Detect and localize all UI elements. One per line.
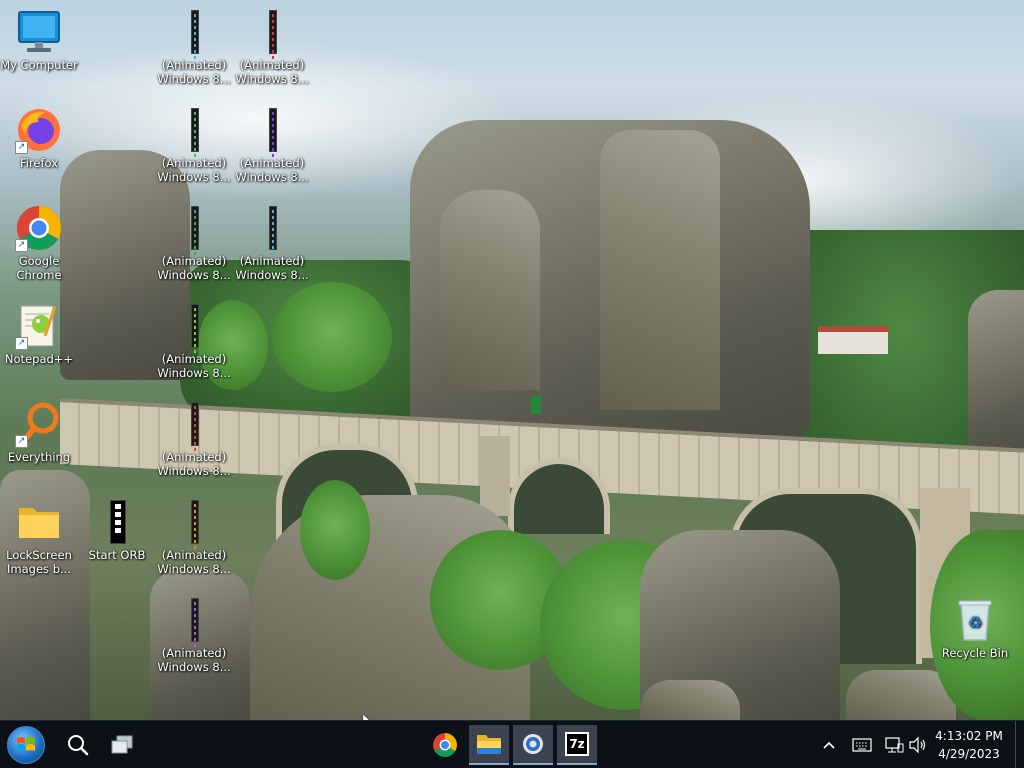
taskbar-7zip-button[interactable]: 7z bbox=[557, 725, 597, 765]
notepad-plus-plus-icon: ↗ bbox=[15, 302, 63, 350]
desktop-icon-label: Start ORB bbox=[88, 548, 146, 562]
taskbar-clock[interactable]: 4:13:02 PM 4/29/2023 bbox=[934, 727, 1004, 763]
search-icon bbox=[68, 735, 89, 756]
taskbar: 7z 4:13:02 PM 4/29/2023 bbox=[0, 720, 1024, 768]
task-view-icon bbox=[111, 735, 133, 754]
desktop-icon-label: (Animated) Windows 8... bbox=[157, 254, 231, 282]
desktop-icon-label: (Animated) Windows 8... bbox=[157, 58, 231, 86]
desktop-icon-label: (Animated) Windows 8... bbox=[235, 58, 309, 86]
animated-strip-icon bbox=[170, 106, 218, 157]
desktop-icon-start-orb[interactable]: Start ORB bbox=[78, 498, 156, 562]
desktop-icon-animated-1[interactable]: (Animated) Windows 8... bbox=[155, 8, 233, 86]
gear-icon bbox=[523, 734, 543, 754]
desktop-icon-google-chrome[interactable]: ↗ Google Chrome bbox=[0, 204, 78, 282]
desktop-icon-label: My Computer bbox=[0, 58, 78, 72]
desktop-icon-animated-7[interactable]: (Animated) Windows 8... bbox=[155, 302, 233, 380]
desktop-icon-label: Recycle Bin bbox=[941, 646, 1009, 660]
recycle-bin-icon: ♻ bbox=[951, 596, 999, 644]
folder-icon bbox=[15, 498, 63, 546]
animated-strip-icon bbox=[170, 302, 218, 353]
desktop-icon-notepad-plus-plus[interactable]: ↗ Notepad++ bbox=[0, 302, 78, 366]
shortcut-arrow-icon: ↗ bbox=[15, 435, 28, 448]
taskbar-file-explorer-button[interactable] bbox=[469, 725, 509, 765]
animated-strip-icon bbox=[248, 204, 296, 255]
volume-icon bbox=[909, 736, 926, 754]
desktop-icon-my-computer[interactable]: My Computer bbox=[0, 8, 78, 72]
desktop-icon-lockscreen-images[interactable]: LockScreen Images b... bbox=[0, 498, 78, 576]
desktop-icon-label: (Animated) Windows 8... bbox=[157, 156, 231, 184]
start-orb-strip-icon bbox=[93, 498, 141, 546]
taskbar-settings-button[interactable] bbox=[513, 725, 553, 765]
monitor-icon bbox=[15, 8, 63, 56]
show-desktop-button[interactable] bbox=[1015, 721, 1024, 768]
animated-strip-icon bbox=[170, 204, 218, 255]
desktop-icon-animated-3[interactable]: (Animated) Windows 8... bbox=[155, 106, 233, 184]
desktop[interactable]: My Computer ↗ Firefox ↗ Google Chrome ↗ … bbox=[0, 0, 1024, 720]
desktop-icon-label: Firefox bbox=[19, 156, 59, 170]
network-icon bbox=[885, 737, 904, 753]
tray-overflow-button[interactable] bbox=[818, 731, 840, 759]
shortcut-arrow-icon: ↗ bbox=[15, 239, 28, 252]
tray-volume-button[interactable] bbox=[906, 731, 930, 759]
desktop-icon-animated-4[interactable]: (Animated) Windows 8... bbox=[233, 106, 311, 184]
desktop-icon-animated-9[interactable]: (Animated) Windows 8... bbox=[155, 498, 233, 576]
desktop-icon-label: (Animated) Windows 8... bbox=[157, 646, 231, 674]
shortcut-arrow-icon: ↗ bbox=[15, 337, 28, 350]
desktop-icon-animated-10[interactable]: (Animated) Windows 8... bbox=[155, 596, 233, 674]
desktop-icon-firefox[interactable]: ↗ Firefox bbox=[0, 106, 78, 170]
shortcut-arrow-icon: ↗ bbox=[15, 141, 28, 154]
start-button[interactable] bbox=[6, 725, 46, 765]
clock-date: 4/29/2023 bbox=[938, 747, 1000, 761]
desktop-icon-everything[interactable]: ↗ Everything bbox=[0, 400, 78, 464]
desktop-icon-label: (Animated) Windows 8... bbox=[157, 450, 231, 478]
desktop-icon-animated-6[interactable]: (Animated) Windows 8... bbox=[233, 204, 311, 282]
desktop-icon-label: Everything bbox=[7, 450, 71, 464]
svg-text:♻: ♻ bbox=[968, 613, 982, 632]
animated-strip-icon bbox=[170, 8, 218, 59]
7zip-icon: 7z bbox=[565, 732, 589, 756]
taskbar-chrome-button[interactable] bbox=[425, 725, 465, 765]
animated-strip-icon bbox=[170, 596, 218, 647]
desktop-icon-label: Google Chrome bbox=[16, 254, 62, 282]
desktop-icon-animated-8[interactable]: (Animated) Windows 8... bbox=[155, 400, 233, 478]
desktop-icon-label: (Animated) Windows 8... bbox=[157, 352, 231, 380]
keyboard-icon bbox=[852, 738, 872, 752]
everything-search-icon: ↗ bbox=[15, 400, 63, 448]
animated-strip-icon bbox=[248, 8, 296, 59]
animated-strip-icon bbox=[248, 106, 296, 157]
desktop-icon-animated-2[interactable]: (Animated) Windows 8... bbox=[233, 8, 311, 86]
tray-keyboard-button[interactable] bbox=[848, 731, 876, 759]
chrome-icon: ↗ bbox=[15, 204, 63, 252]
desktop-icon-label: Notepad++ bbox=[4, 352, 74, 366]
chevron-up-icon bbox=[823, 741, 835, 749]
animated-strip-icon bbox=[170, 400, 218, 451]
clock-time: 4:13:02 PM bbox=[935, 729, 1003, 743]
desktop-icon-label: LockScreen Images b... bbox=[6, 548, 72, 576]
desktop-icon-label: (Animated) Windows 8... bbox=[235, 254, 309, 282]
file-explorer-icon bbox=[477, 735, 501, 754]
desktop-icon-animated-5[interactable]: (Animated) Windows 8... bbox=[155, 204, 233, 282]
desktop-icon-recycle-bin[interactable]: ♻ Recycle Bin bbox=[936, 596, 1014, 660]
windows-start-orb-icon bbox=[7, 726, 45, 764]
firefox-icon: ↗ bbox=[15, 106, 63, 154]
animated-strip-icon bbox=[170, 498, 218, 549]
desktop-icon-label: (Animated) Windows 8... bbox=[157, 548, 231, 576]
chrome-icon bbox=[433, 733, 457, 757]
tray-network-button[interactable] bbox=[882, 731, 906, 759]
desktop-icon-label: (Animated) Windows 8... bbox=[235, 156, 309, 184]
task-view-button[interactable] bbox=[102, 725, 142, 765]
search-button[interactable] bbox=[58, 725, 98, 765]
